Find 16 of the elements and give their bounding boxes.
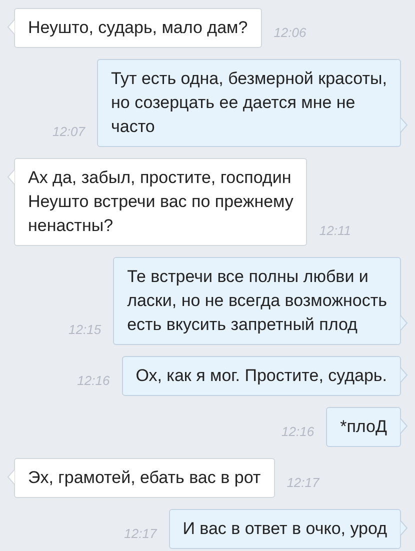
bubble-tail — [400, 418, 408, 434]
bubble-tail — [7, 169, 15, 185]
incoming-message: Ах да, забыл, простите, господин Неушто встречи вас по прежнему ненастны? — [14, 158, 308, 246]
bubble-tail — [400, 117, 408, 133]
outgoing-message: Ох, как я мог. Простите, сударь. — [122, 356, 401, 396]
outgoing-message: Те встречи все полны любви и ласки, но не всегда возможность есть вкусить запретный плод — [113, 257, 401, 345]
bubble-tail — [400, 367, 408, 383]
bubble-tail — [400, 315, 408, 331]
bubble-tail — [7, 469, 15, 485]
outgoing-message: *плоД — [326, 407, 401, 447]
outgoing-message: И вас в ответ в очко, урод — [168, 509, 401, 549]
outgoing-message: Тут есть одна, безмерной красоты, но созерцать ее дается мне не часто — [97, 59, 401, 147]
bubble-tail — [400, 520, 408, 536]
incoming-message: Эх, грамотей, ебать вас в рот — [14, 458, 275, 498]
incoming-message: Неушто, сударь, мало дам? — [14, 8, 262, 48]
bubble-tail — [7, 19, 15, 35]
